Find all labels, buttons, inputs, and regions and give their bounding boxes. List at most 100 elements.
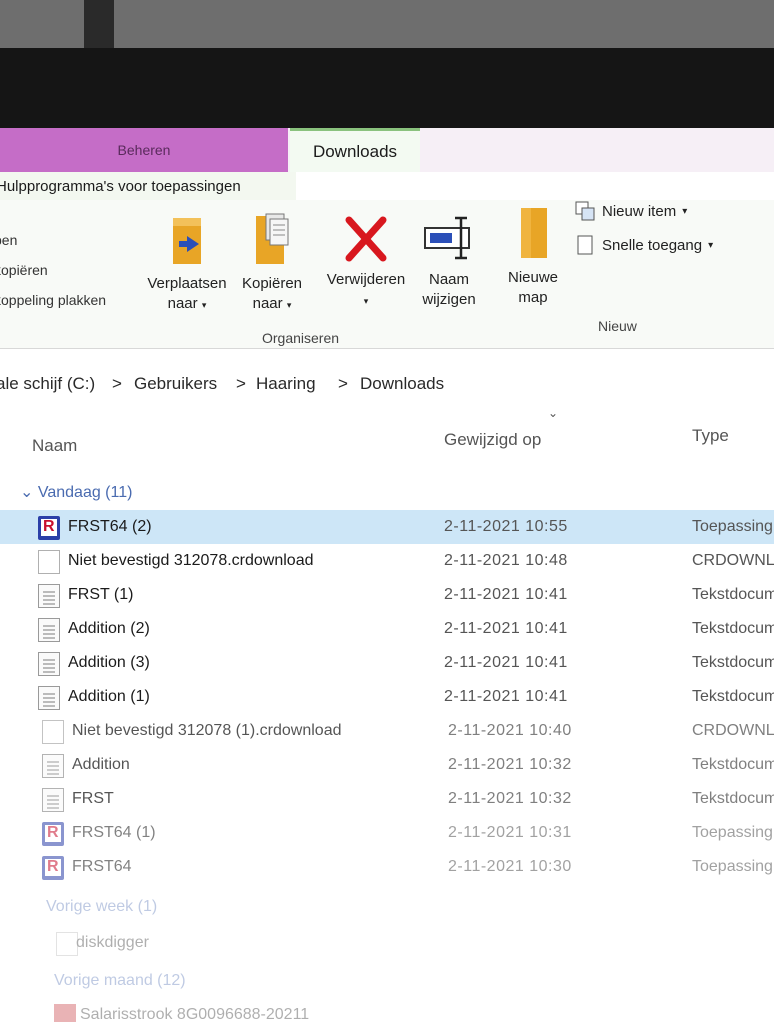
- rename-button[interactable]: Naam wijzigen: [412, 214, 486, 310]
- chevron-down-icon: ⌄: [20, 484, 34, 501]
- column-header-modified[interactable]: Gewijzigd op: [444, 430, 541, 450]
- copy-to-button[interactable]: Kopiëren naar ▾: [232, 210, 312, 315]
- text-file-icon: [38, 618, 60, 642]
- chevron-down-icon: ▾: [363, 296, 369, 306]
- copy-to-label-2: naar: [252, 295, 283, 312]
- new-folder-label-1: Nieuwe: [507, 269, 559, 286]
- list-item[interactable]: FRST64 (1) 2-11-2021 10:31 Toepassing: [0, 816, 774, 850]
- file-modified: 2-11-2021 10:30: [448, 858, 572, 875]
- list-item[interactable]: Addition (2) 2-11-2021 10:41 Tekstdocument: [0, 612, 774, 646]
- list-item[interactable]: FRST 2-11-2021 10:32 Tekstdocument: [0, 782, 774, 816]
- breadcrumb-gebruikers[interactable]: Gebruikers: [134, 374, 217, 394]
- tab-beheren[interactable]: Beheren: [0, 128, 288, 172]
- text-file-icon: [38, 686, 60, 710]
- file-name: FRST64 (2): [68, 518, 152, 535]
- blank-file-icon: [42, 720, 64, 744]
- file-name: Addition (3): [68, 654, 150, 671]
- file-name: Niet bevestigd 312078 (1).crdownload: [72, 722, 342, 739]
- file-name: Salarisstrook 8G0096688-20211: [80, 1006, 310, 1023]
- file-modified: 2-11-2021 10:55: [444, 518, 568, 535]
- delete-label: Verwijderen: [326, 271, 406, 288]
- frst-app-icon: [42, 822, 64, 846]
- column-header-type[interactable]: Type: [692, 426, 729, 446]
- file-type: Tekstdocument: [692, 620, 774, 637]
- list-item[interactable]: Niet bevestigd 312078 (1).crdownload 2-11…: [0, 714, 774, 748]
- paste-shortcut-command[interactable]: koppeling plakken: [0, 292, 106, 308]
- background-wall: [0, 0, 774, 48]
- file-modified: 2-11-2021 10:32: [448, 790, 572, 807]
- list-item[interactable]: FRST64 (2) 2-11-2021 10:55 Toepassing: [0, 510, 774, 544]
- copy-path-command[interactable]: kopiëren: [0, 262, 48, 278]
- list-item[interactable]: Salarisstrook 8G0096688-20211: [0, 998, 774, 1032]
- copy-to-icon: [256, 213, 289, 264]
- list-item[interactable]: Niet bevestigd 312078.crdownload 2-11-202…: [0, 544, 774, 578]
- file-name: FRST64: [72, 858, 132, 875]
- list-item[interactable]: Addition 2-11-2021 10:32 Tekstdocument: [0, 748, 774, 782]
- new-folder-button[interactable]: Nieuwe map: [498, 204, 568, 308]
- file-type: Toepassing: [692, 824, 773, 841]
- blank-file-icon: [56, 932, 78, 956]
- chevron-down-icon: ▾: [286, 300, 292, 310]
- file-name: FRST64 (1): [72, 824, 156, 841]
- file-modified: 2-11-2021 10:32: [448, 756, 572, 773]
- breadcrumb-separator[interactable]: >: [338, 374, 348, 394]
- breadcrumb-separator[interactable]: >: [236, 374, 246, 394]
- file-modified: 2-11-2021 10:31: [448, 824, 572, 841]
- bezel-edge: [84, 0, 114, 48]
- breadcrumb-separator[interactable]: >: [112, 374, 122, 394]
- file-type: Tekstdocument: [692, 790, 774, 807]
- file-type: Tekstdocument: [692, 756, 774, 773]
- tab-downloads[interactable]: Downloads: [290, 128, 420, 172]
- list-item[interactable]: Addition (3) 2-11-2021 10:41 Tekstdocument: [0, 646, 774, 680]
- chevron-down-icon: ▾: [708, 239, 714, 251]
- rename-label-1: Naam: [428, 271, 469, 288]
- open-command[interactable]: pen: [0, 232, 17, 248]
- file-name: FRST (1): [68, 586, 134, 603]
- delete-x-icon: [345, 216, 387, 262]
- file-type: Tekstdocument: [692, 654, 774, 671]
- organiseren-group-label: Organiseren: [262, 330, 340, 346]
- new-item-button[interactable]: Nieuw item ▾: [574, 200, 687, 222]
- quick-access-button[interactable]: Snelle toegang ▾: [574, 234, 713, 256]
- list-item[interactable]: Addition (1) 2-11-2021 10:41 Tekstdocument: [0, 680, 774, 714]
- file-name: diskdigger: [76, 934, 149, 951]
- move-to-icon: [173, 218, 201, 264]
- file-type: Toepassing: [692, 518, 773, 535]
- file-modified: 2-11-2021 10:40: [448, 722, 572, 739]
- group-header-last-week[interactable]: Vorige week (1): [46, 898, 157, 916]
- breadcrumb-downloads[interactable]: Downloads: [360, 374, 444, 394]
- new-item-icon: [574, 200, 596, 222]
- group-label: Vandaag (11): [37, 484, 133, 501]
- text-file-icon: [42, 788, 64, 812]
- frst-app-icon: [42, 856, 64, 880]
- column-header-name[interactable]: Naam: [32, 436, 77, 456]
- file-type: CRDOWNLOAD: [692, 722, 774, 739]
- file-type: CRDOWNLOAD: [692, 552, 774, 569]
- group-header-last-month[interactable]: Vorige maand (12): [54, 972, 186, 990]
- file-name: Niet bevestigd 312078.crdownload: [68, 552, 314, 569]
- list-item[interactable]: diskdigger: [0, 926, 774, 960]
- chevron-down-icon: ▾: [201, 300, 207, 310]
- file-name: Addition: [72, 756, 130, 773]
- file-name: Addition (2): [68, 620, 150, 637]
- breadcrumb-haaring[interactable]: Haaring: [256, 374, 316, 394]
- new-folder-icon: [521, 208, 547, 258]
- file-name: Addition (1): [68, 688, 150, 705]
- move-to-button[interactable]: Verplaatsen naar ▾: [140, 214, 234, 315]
- file-type: Tekstdocument: [692, 586, 774, 603]
- breadcrumb-drive[interactable]: ale schijf (C:): [0, 374, 95, 394]
- delete-button[interactable]: Verwijderen ▾: [318, 214, 414, 311]
- rename-icon: [424, 216, 470, 260]
- blank-file-icon: [38, 550, 60, 574]
- text-file-icon: [42, 754, 64, 778]
- file-name: FRST: [72, 790, 114, 807]
- group-header-today[interactable]: ⌄ Vandaag (11): [20, 482, 132, 502]
- frst-app-icon: [38, 516, 60, 540]
- list-item[interactable]: FRST64 2-11-2021 10:30 Toepassing: [0, 850, 774, 884]
- move-to-label-1: Verplaatsen: [147, 275, 227, 292]
- chevron-down-icon: ▾: [682, 205, 688, 217]
- move-to-label-2: naar: [167, 295, 198, 312]
- context-tab-label[interactable]: Hulpprogramma's voor toepassingen: [0, 178, 241, 195]
- list-item[interactable]: FRST (1) 2-11-2021 10:41 Tekstdocument: [0, 578, 774, 612]
- nieuw-group-label: Nieuw: [598, 318, 637, 334]
